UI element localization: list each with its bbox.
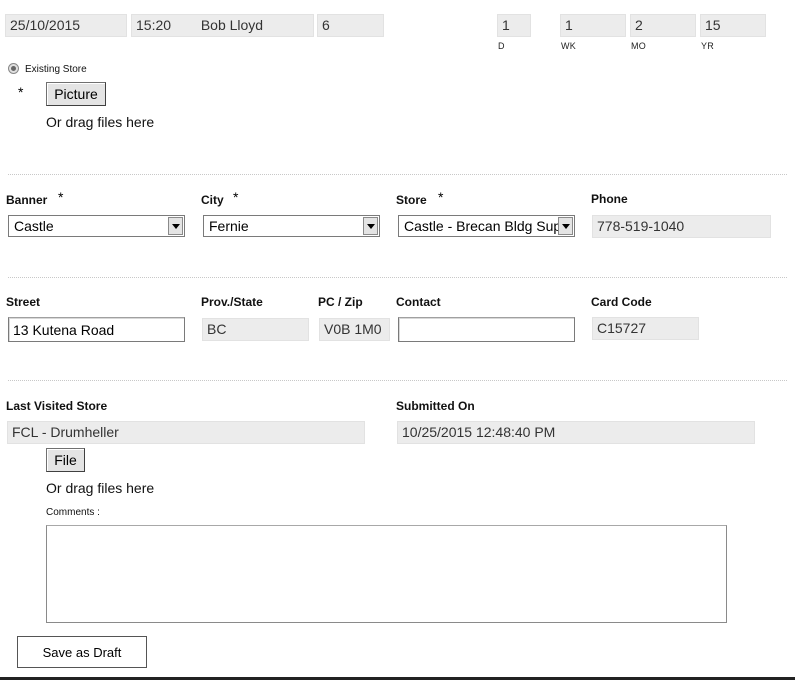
banner-select[interactable]: Castle (8, 215, 185, 237)
count-field: 6 (317, 14, 384, 37)
time-value: 15:20 (136, 17, 172, 33)
divider (8, 277, 787, 278)
file-drag-hint: Or drag files here (46, 480, 155, 496)
pc-zip-label: PC / Zip (318, 295, 363, 309)
store-required-mark: * (438, 189, 444, 205)
street-input[interactable] (8, 317, 185, 342)
last-visited-field: FCL - Drumheller (7, 421, 365, 444)
prov-state-label: Prov./State (201, 295, 263, 309)
store-selected-value: Castle - Brecan Bldg Sup (404, 218, 562, 234)
pc-zip-field: V0B 1M0 (319, 318, 390, 341)
contact-input[interactable] (398, 317, 575, 342)
city-label: City (201, 193, 224, 207)
divider (8, 174, 787, 175)
stat-week-value: 1 (560, 14, 626, 37)
stat-week-label: WK (561, 41, 577, 51)
date-field: 25/10/2015 (5, 14, 127, 37)
phone-label: Phone (591, 192, 628, 206)
stat-month-value: 2 (630, 14, 696, 37)
submitted-on-field: 10/25/2015 12:48:40 PM (397, 421, 755, 444)
stat-day-value: 1 (497, 14, 531, 37)
card-code-field: C15727 (592, 317, 699, 340)
last-visited-label: Last Visited Store (6, 399, 108, 413)
file-upload-button[interactable]: File (46, 448, 85, 472)
chevron-down-icon (363, 217, 378, 235)
contact-label: Contact (396, 295, 441, 309)
save-draft-button[interactable]: Save as Draft (17, 636, 147, 668)
stat-day-label: D (498, 41, 505, 51)
stat-year-value: 15 (700, 14, 766, 37)
stat-month-label: MO (631, 41, 647, 51)
existing-store-radio[interactable] (8, 63, 19, 74)
banner-required-mark: * (58, 189, 64, 205)
chevron-down-icon (558, 217, 573, 235)
card-code-label: Card Code (591, 295, 652, 309)
prov-state-field: BC (202, 318, 309, 341)
picture-upload-button[interactable]: Picture (46, 82, 106, 106)
city-select[interactable]: Fernie (203, 215, 380, 237)
chevron-down-icon (168, 217, 183, 235)
divider (8, 380, 787, 381)
comments-label: Comments : (46, 507, 100, 518)
phone-field: 778-519-1040 (592, 215, 771, 238)
existing-store-label: Existing Store (25, 64, 87, 75)
store-select[interactable]: Castle - Brecan Bldg Sup (398, 215, 575, 237)
street-label: Street (6, 295, 41, 309)
time-user-field: 15:20 Bob Lloyd (131, 14, 314, 37)
user-name: Bob Lloyd (200, 17, 264, 33)
picture-required-mark: * (18, 84, 24, 100)
picture-drag-hint: Or drag files here (46, 114, 155, 130)
comments-textarea[interactable] (46, 525, 727, 623)
banner-label: Banner (6, 193, 48, 207)
store-label: Store (396, 193, 427, 207)
banner-selected-value: Castle (14, 218, 54, 234)
stat-year-label: YR (701, 41, 715, 51)
city-required-mark: * (233, 189, 239, 205)
submitted-on-label: Submitted On (396, 399, 475, 413)
city-selected-value: Fernie (209, 218, 249, 234)
